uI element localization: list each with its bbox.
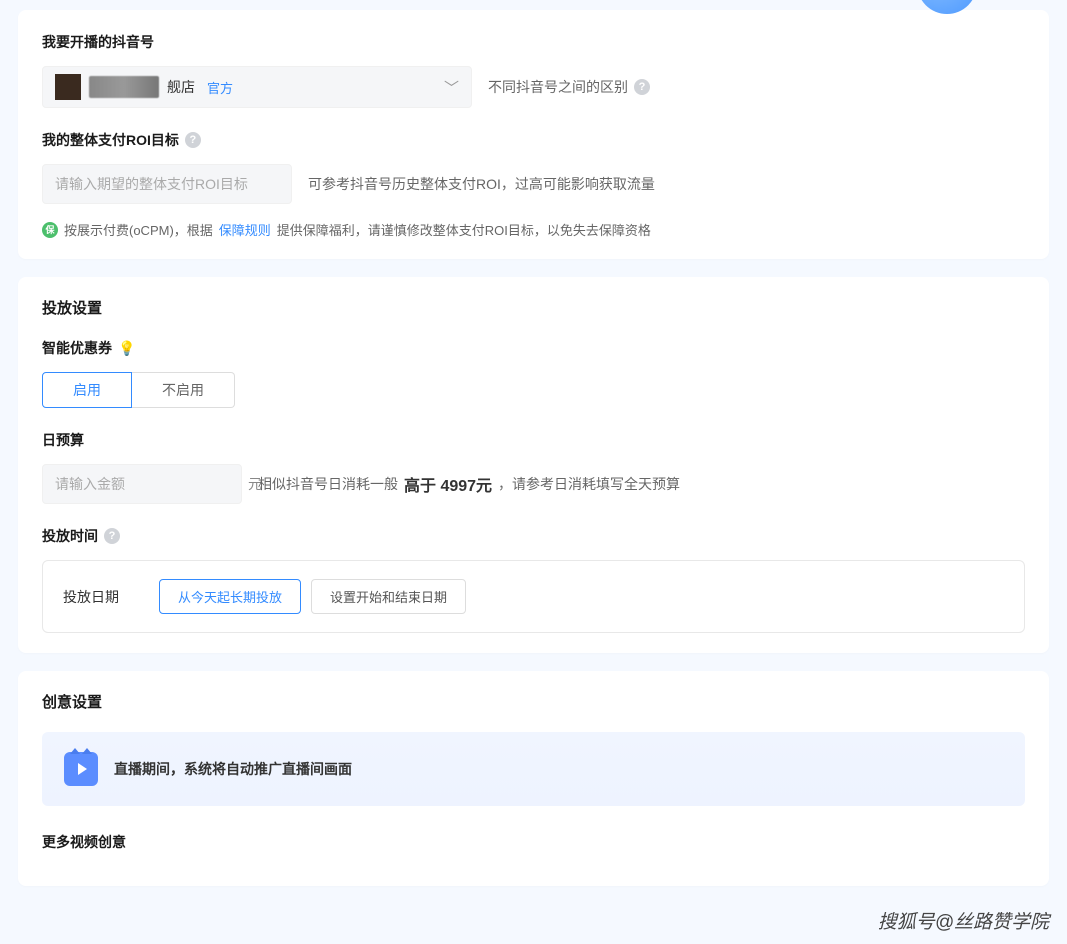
coupon-disable-button[interactable]: 不启用	[132, 372, 235, 408]
roi-input[interactable]	[42, 164, 292, 204]
delivery-title: 投放设置	[42, 297, 1025, 318]
roi-label: 我的整体支付ROI目标 ?	[42, 130, 1025, 150]
live-promo-banner: 直播期间，系统将自动推广直播间画面	[42, 732, 1025, 806]
account-diff-hint: 不同抖音号之间的区别 ?	[488, 77, 650, 97]
guarantee-note: 保 按展示付费(oCPM)，根据 保障规则 提供保障福利，请谨慎修改整体支付RO…	[42, 220, 1025, 239]
guarantee-rules-link[interactable]: 保障规则	[219, 220, 271, 239]
creative-title: 创意设置	[42, 691, 1025, 712]
schedule-row-label: 投放日期	[63, 587, 119, 607]
budget-input-wrapper: 元	[42, 464, 242, 504]
chevron-down-icon: ﹀	[444, 77, 459, 98]
creative-settings-card: 创意设置 直播期间，系统将自动推广直播间画面 更多视频创意	[18, 671, 1049, 886]
more-video-label: 更多视频创意	[42, 832, 1025, 852]
help-icon[interactable]: ?	[104, 528, 120, 544]
help-icon[interactable]: ?	[634, 79, 650, 95]
roi-hint: 可参考抖音号历史整体支付ROI，过高可能影响获取流量	[308, 174, 655, 194]
account-name-redacted	[89, 76, 159, 98]
coupon-toggle: 启用 不启用	[42, 372, 1025, 408]
coupon-enable-button[interactable]: 启用	[42, 372, 132, 408]
account-avatar	[55, 74, 81, 100]
banner-text: 直播期间，系统将自动推广直播间画面	[114, 759, 352, 779]
account-store-suffix: 舰店	[167, 77, 195, 97]
budget-hint: 相似抖音号日消耗一般 高于 4997元，请参考日消耗填写全天预算	[258, 472, 680, 496]
help-icon[interactable]: ?	[185, 132, 201, 148]
budget-input[interactable]	[43, 466, 248, 502]
shield-icon: 保	[42, 222, 58, 238]
schedule-box: 投放日期 从今天起长期投放 设置开始和结束日期	[42, 560, 1025, 633]
gift-play-icon	[64, 752, 98, 786]
coupon-label: 智能优惠券 💡	[42, 338, 1025, 358]
account-select[interactable]: 舰店 官方 ﹀	[42, 66, 472, 108]
schedule-longterm-button[interactable]: 从今天起长期投放	[159, 579, 301, 614]
account-roi-card: 我要开播的抖音号 舰店 官方 ﹀ 不同抖音号之间的区别 ?	[18, 10, 1049, 259]
budget-label: 日预算	[42, 430, 1025, 450]
official-tag: 官方	[207, 78, 233, 97]
delivery-settings-card: 投放设置 智能优惠券 💡 启用 不启用 日预算 元 相似抖音号日消耗一般 高于 …	[18, 277, 1049, 653]
schedule-label: 投放时间 ?	[42, 526, 1025, 546]
account-label: 我要开播的抖音号	[42, 32, 1025, 52]
bulb-icon: 💡	[118, 340, 135, 357]
schedule-range-button[interactable]: 设置开始和结束日期	[311, 579, 466, 614]
